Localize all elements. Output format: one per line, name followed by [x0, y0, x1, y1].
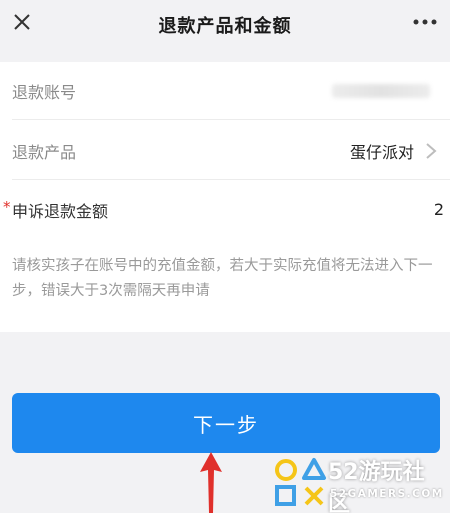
next-step-button[interactable]: 下一步: [12, 393, 440, 453]
amount-row: * 申诉退款金额 2: [0, 188, 450, 228]
product-label: 退款产品: [12, 142, 77, 162]
close-button[interactable]: [8, 8, 36, 36]
watermark-logo-icon: [275, 458, 326, 506]
product-row[interactable]: 退款产品 蛋仔派对: [12, 122, 450, 180]
watermark-title: 52游玩社区: [328, 460, 425, 513]
account-value-redacted: [332, 84, 430, 98]
watermark-subtitle: 52GAMERS.COM: [330, 488, 444, 500]
next-step-label: 下一步: [193, 414, 259, 437]
account-label: 退款账号: [12, 82, 77, 102]
account-row: 退款账号: [12, 62, 450, 120]
amount-label: 申诉退款金额: [12, 202, 109, 221]
hint-text: 请核实孩子在账号中的充值金额，若大于实际充值将无法进入下一步，错误大于3次需隔天…: [12, 258, 433, 299]
page-title: 退款产品和金额: [158, 16, 292, 37]
chevron-right-icon: [426, 143, 437, 159]
watermark: 52游玩社区 52GAMERS.COM: [270, 452, 446, 513]
top-bar: 退款产品和金额: [0, 0, 450, 50]
more-dots-icon: [413, 19, 437, 25]
product-value: 蛋仔派对: [349, 142, 414, 162]
red-arrow-annotation: [200, 452, 222, 513]
required-mark: *: [3, 198, 11, 216]
more-button[interactable]: [408, 10, 442, 34]
amount-input[interactable]: 2: [434, 200, 444, 219]
close-icon: [14, 14, 30, 30]
refund-form: 退款账号 退款产品 蛋仔派对 * 申诉退款金额 2 请核实孩子在账号中的充值金额…: [0, 62, 450, 332]
